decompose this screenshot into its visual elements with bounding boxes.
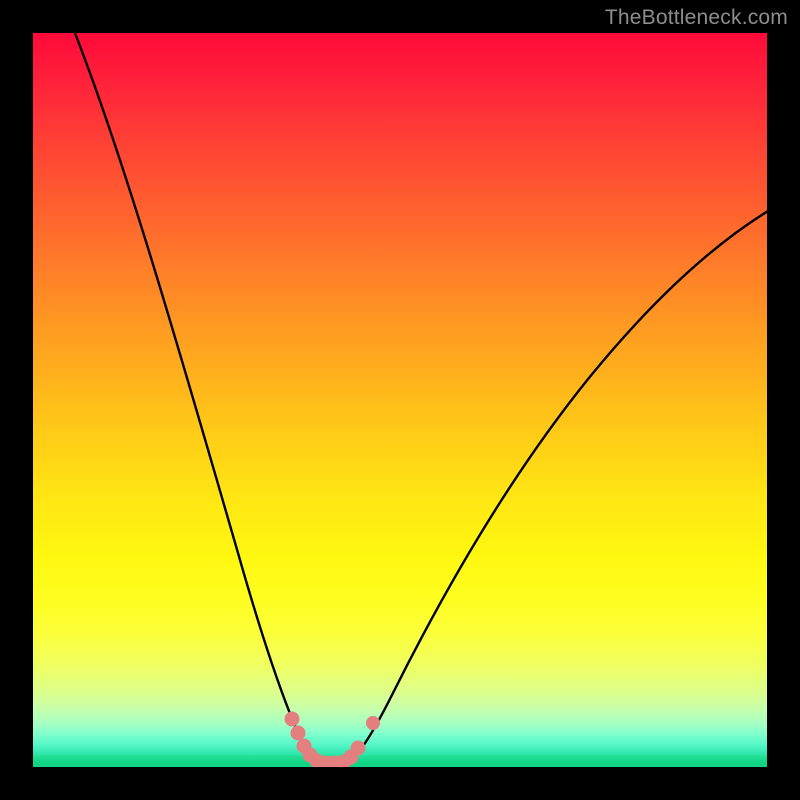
bottleneck-curve (33, 33, 767, 767)
chart-frame: TheBottleneck.com (0, 0, 800, 800)
trough-marker-dots (285, 712, 380, 767)
curve-right-branch (349, 208, 767, 762)
curve-left-branch (71, 33, 316, 762)
plot-area (33, 33, 767, 767)
watermark-text: TheBottleneck.com (605, 6, 788, 30)
